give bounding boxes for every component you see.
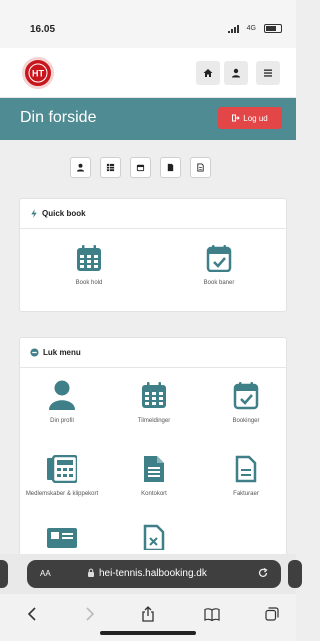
user-icon xyxy=(49,380,75,410)
toolbar-document-button[interactable] xyxy=(160,157,181,178)
menu-item-tilmeldinger[interactable]: Tilmeldinger xyxy=(114,380,194,425)
lock-icon xyxy=(88,568,94,577)
document-icon xyxy=(167,163,174,172)
network-label: 4G xyxy=(246,25,256,32)
id-card-icon xyxy=(47,528,77,548)
battery-icon xyxy=(264,24,282,33)
membership-card-icon xyxy=(47,455,77,483)
tabs-icon xyxy=(265,607,279,621)
user-icon xyxy=(76,163,85,172)
menu-panel: Luk menu Din profil Tilmeldinger Booking… xyxy=(19,337,287,567)
logout-label: Log ud xyxy=(243,113,268,123)
calendar-icon xyxy=(136,164,145,172)
menu-item-fakturaer[interactable]: Fakturaer xyxy=(206,455,286,498)
menu-item-label: Bookinger xyxy=(232,418,260,424)
menu-item-partial-1[interactable] xyxy=(22,528,102,548)
menu-item-bookinger[interactable]: Bookinger xyxy=(206,380,286,425)
menu-item-medlemskaber[interactable]: Medlemskaber & klippekort xyxy=(22,455,102,498)
book-baner-label: Book baner xyxy=(203,280,235,286)
forward-button[interactable] xyxy=(78,602,102,626)
back-button[interactable] xyxy=(20,602,44,626)
calendar-check-icon xyxy=(233,382,259,410)
toolbar-profile-button[interactable] xyxy=(70,157,91,178)
book-baner-item[interactable]: Book baner xyxy=(179,244,259,287)
quick-book-panel: Quick book Book hold Book baner xyxy=(19,198,287,312)
profile-button[interactable] xyxy=(224,61,248,85)
calendar-check-icon xyxy=(206,245,232,272)
app-header: HT xyxy=(0,48,296,98)
bookmarks-button[interactable] xyxy=(200,602,224,626)
home-icon xyxy=(203,69,213,77)
quick-book-header: Quick book xyxy=(20,199,286,229)
menu-title: Luk menu xyxy=(43,348,81,357)
toolbar-calendar-button[interactable] xyxy=(130,157,151,178)
svg-text:HT: HT xyxy=(32,69,44,79)
menu-item-label: Tilmeldinger xyxy=(137,418,171,424)
reader-settings-button[interactable]: AA xyxy=(40,569,51,578)
book-icon xyxy=(204,607,220,621)
signal-icon xyxy=(228,25,239,33)
home-button[interactable] xyxy=(196,61,220,85)
menu-item-kontokort[interactable]: Kontokort xyxy=(114,455,194,498)
toolbar-invoice-button[interactable] xyxy=(190,157,211,178)
invoice-icon xyxy=(235,455,257,483)
logout-icon xyxy=(232,114,240,122)
reload-icon[interactable] xyxy=(257,567,269,579)
quick-book-title: Quick book xyxy=(42,209,86,218)
logo-emblem-icon: HT xyxy=(28,63,48,83)
url-text: hei-tennis.halbooking.dk xyxy=(99,568,207,579)
page-title: Din forside xyxy=(20,109,97,126)
prev-tab-peek[interactable] xyxy=(0,560,8,588)
tabs-button[interactable] xyxy=(260,602,284,626)
home-indicator xyxy=(100,631,196,635)
calendar-grid-icon xyxy=(77,245,101,271)
club-logo[interactable]: HT xyxy=(22,57,54,89)
calendar-grid-icon xyxy=(142,382,166,408)
menu-item-label: Medlemskaber & klippekort xyxy=(25,491,99,497)
menu-item-label: Fakturaer xyxy=(233,491,259,497)
book-hold-label: Book hold xyxy=(75,280,103,286)
logout-button[interactable]: Log ud xyxy=(218,107,282,129)
menu-icon xyxy=(264,69,272,77)
page-title-bar: Din forside Log ud xyxy=(0,98,296,140)
document-icon xyxy=(144,456,164,482)
menu-button[interactable] xyxy=(256,61,280,85)
menu-header[interactable]: Luk menu xyxy=(20,338,286,368)
quick-toolbar xyxy=(70,157,211,179)
menu-item-label: Kontokort xyxy=(141,491,167,497)
book-hold-item[interactable]: Book hold xyxy=(49,244,129,287)
bolt-icon xyxy=(31,209,37,218)
menu-item-partial-2[interactable] xyxy=(114,524,194,550)
invoice-icon xyxy=(197,163,204,172)
browser-address-area: AA hei-tennis.halbooking.dk xyxy=(0,554,302,594)
menu-item-profil[interactable]: Din profil xyxy=(22,380,102,425)
browser-toolbar xyxy=(0,594,296,641)
chevron-right-icon xyxy=(86,607,95,621)
toolbar-table-button[interactable] xyxy=(100,157,121,178)
share-icon xyxy=(142,606,154,622)
file-x-icon xyxy=(143,524,165,550)
menu-item-label: Din profil xyxy=(50,418,74,424)
address-bar[interactable]: AA hei-tennis.halbooking.dk xyxy=(27,560,281,588)
chevron-left-icon xyxy=(27,607,36,621)
status-time: 16.05 xyxy=(30,24,56,35)
close-circle-icon xyxy=(30,348,39,357)
next-tab-peek[interactable] xyxy=(288,560,302,588)
share-button[interactable] xyxy=(136,602,160,626)
table-icon xyxy=(106,163,115,172)
user-icon xyxy=(232,68,240,78)
status-bar: 16.05 4G xyxy=(0,0,296,48)
